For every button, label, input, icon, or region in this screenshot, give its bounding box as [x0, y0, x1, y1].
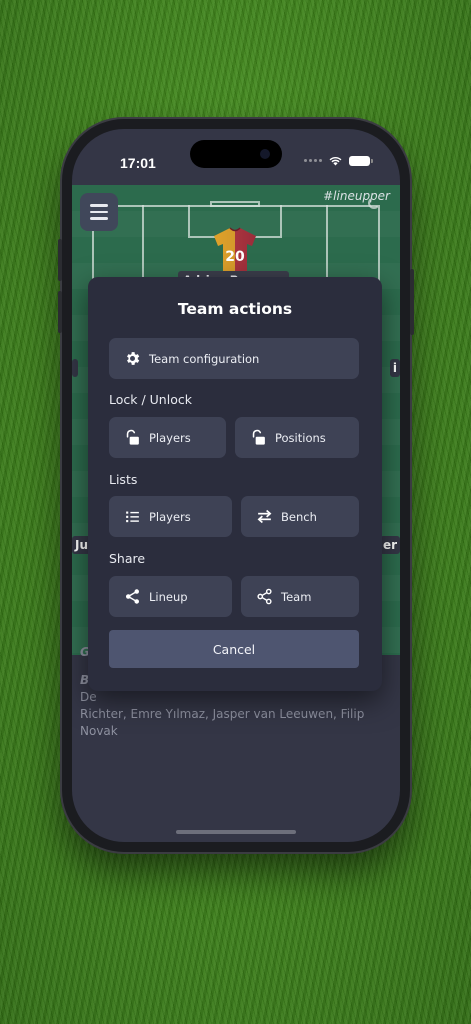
- list-icon: [126, 511, 139, 523]
- lock-players-button[interactable]: Players: [109, 417, 226, 458]
- share-icon: [125, 589, 140, 604]
- status-time: 17:01: [120, 155, 156, 171]
- lock-positions-button[interactable]: Positions: [235, 417, 359, 458]
- menu-button[interactable]: [80, 193, 118, 231]
- phone-side-button: [58, 239, 62, 281]
- unlock-icon: [252, 429, 265, 445]
- team-configuration-label: Team configuration: [149, 351, 260, 366]
- list-bench-label: Bench: [281, 509, 317, 524]
- unlock-icon: [126, 429, 139, 445]
- wifi-icon: [329, 156, 342, 166]
- gear-icon: [127, 352, 140, 365]
- signal-dots-icon: [304, 159, 322, 162]
- battery-icon: [349, 155, 373, 166]
- lock-players-label: Players: [149, 430, 191, 445]
- cancel-button[interactable]: Cancel: [109, 630, 359, 668]
- home-indicator[interactable]: [176, 830, 296, 834]
- share-nodes-icon: [257, 588, 272, 605]
- lists-section-label: Lists: [109, 472, 138, 487]
- team-actions-modal: Team actions Team configuration Lock / U…: [88, 277, 382, 691]
- phone-frame: 17:01 #lineupper 20 Ju i er G B De Richt…: [58, 119, 414, 852]
- swap-icon: [257, 509, 272, 524]
- phone-power-button: [410, 269, 414, 335]
- goal: [210, 201, 260, 207]
- lock-positions-label: Positions: [275, 430, 326, 445]
- team-configuration-button[interactable]: Team configuration: [109, 338, 359, 379]
- list-players-button[interactable]: Players: [109, 496, 232, 537]
- player-label-right: er: [379, 536, 400, 554]
- bench-text-line3: Novak: [80, 724, 118, 738]
- modal-title: Team actions: [177, 300, 293, 318]
- menu-icon: [90, 204, 108, 207]
- dynamic-island: [190, 140, 282, 168]
- bench-text-line1: De: [80, 690, 97, 704]
- app-hashtag: #lineupper: [323, 189, 390, 203]
- player-label-right: i: [389, 359, 400, 377]
- phone-side-button: [58, 291, 62, 333]
- share-team-button[interactable]: Team: [241, 576, 359, 617]
- share-team-label: Team: [281, 589, 312, 604]
- player-jersey[interactable]: 20: [210, 227, 260, 273]
- jersey-number: 20: [225, 249, 245, 265]
- lock-section-label: Lock / Unlock: [109, 392, 192, 407]
- player-label-left-mid: [72, 359, 78, 377]
- share-lineup-label: Lineup: [149, 589, 188, 604]
- list-players-label: Players: [149, 509, 191, 524]
- share-lineup-button[interactable]: Lineup: [109, 576, 232, 617]
- bench-text-line2: Richter, Emre Yılmaz, Jasper van Leeuwen…: [80, 707, 365, 721]
- list-bench-button[interactable]: Bench: [241, 496, 359, 537]
- status-icons: [304, 155, 373, 166]
- share-section-label: Share: [109, 551, 146, 566]
- app-screen: 17:01 #lineupper 20 Ju i er G B De Richt…: [72, 129, 400, 842]
